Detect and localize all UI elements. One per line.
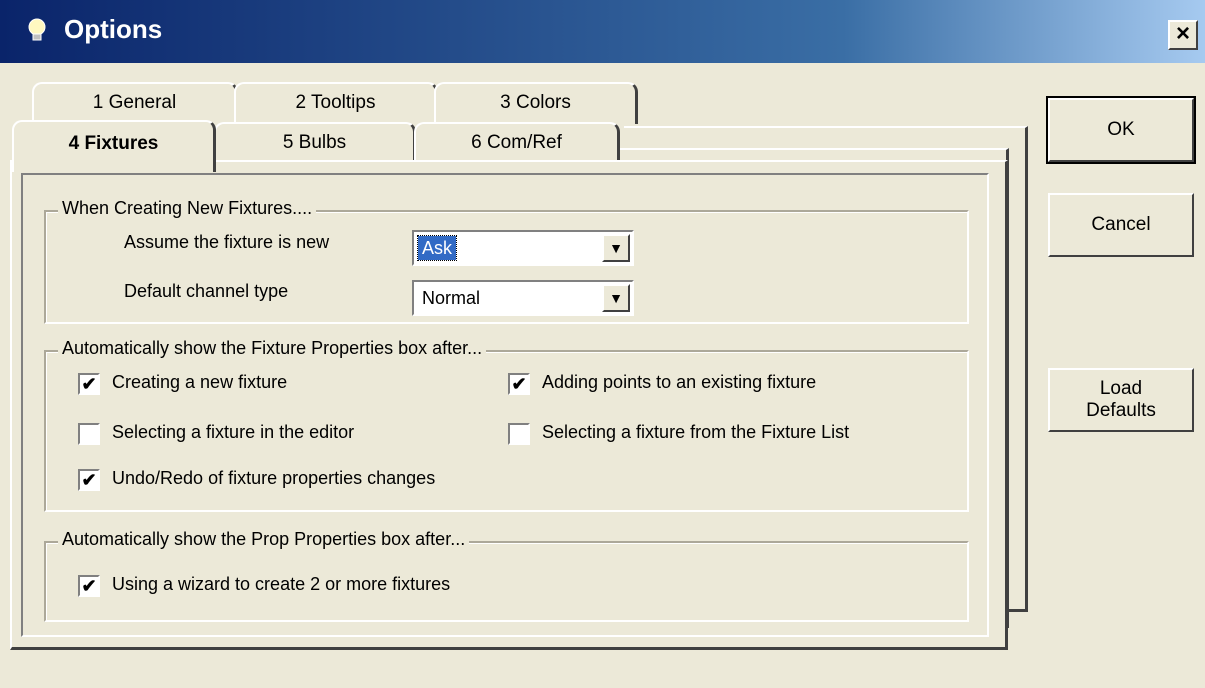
checkbox-selecting-from-list[interactable] bbox=[508, 423, 530, 445]
load-label: Load bbox=[1099, 378, 1143, 399]
assume-new-value: Ask bbox=[416, 235, 458, 261]
assume-new-label: Assume the fixture is new bbox=[124, 232, 330, 252]
channel-type-value: Normal bbox=[422, 288, 481, 308]
prop-props-legend: Automatically show the Prop Properties b… bbox=[58, 529, 470, 550]
window-title: Options bbox=[64, 14, 163, 44]
creating-new-fixture-label: Creating a new fixture bbox=[112, 372, 288, 392]
tab-bulbs[interactable]: 5 Bulbs bbox=[214, 122, 416, 164]
dropdown-arrow-icon[interactable]: ▼ bbox=[602, 234, 630, 262]
tab-tooltips[interactable]: 2 Tooltips bbox=[234, 82, 438, 124]
defaults-label: Defaults bbox=[1086, 400, 1156, 421]
tab-comref[interactable]: 6 Com/Ref bbox=[414, 122, 620, 164]
load-defaults-button[interactable]: Load Defaults bbox=[1048, 368, 1194, 432]
selecting-from-list-label: Selecting a fixture from the Fixture Lis… bbox=[542, 422, 850, 442]
checkbox-undo-redo[interactable]: ✔ bbox=[78, 469, 100, 491]
checkbox-using-wizard[interactable]: ✔ bbox=[78, 575, 100, 597]
channel-type-select[interactable]: Normal ▼ bbox=[412, 280, 634, 316]
channel-type-label: Default channel type bbox=[124, 281, 289, 301]
close-button[interactable]: × bbox=[1168, 20, 1198, 50]
checkbox-selecting-in-editor[interactable] bbox=[78, 423, 100, 445]
selecting-in-editor-label: Selecting a fixture in the editor bbox=[112, 422, 355, 442]
tab-fixtures[interactable]: 4 Fixtures bbox=[12, 120, 216, 172]
undo-redo-label: Undo/Redo of fixture properties changes bbox=[112, 468, 436, 488]
tab-colors[interactable]: 3 Colors bbox=[434, 82, 638, 124]
new-fixtures-legend: When Creating New Fixtures.... bbox=[58, 198, 317, 219]
lightbulb-icon bbox=[28, 18, 46, 41]
using-wizard-label: Using a wizard to create 2 or more fixtu… bbox=[112, 574, 451, 594]
dropdown-arrow-icon[interactable]: ▼ bbox=[602, 284, 630, 312]
checkbox-creating-new-fixture[interactable]: ✔ bbox=[78, 373, 100, 395]
ok-button[interactable]: OK bbox=[1046, 96, 1196, 164]
assume-new-select[interactable]: Ask ▼ bbox=[412, 230, 634, 266]
adding-points-label: Adding points to an existing fixture bbox=[542, 372, 817, 392]
checkbox-adding-points[interactable]: ✔ bbox=[508, 373, 530, 395]
tab-general[interactable]: 1 General bbox=[32, 82, 238, 124]
fixture-props-legend: Automatically show the Fixture Propertie… bbox=[58, 338, 487, 359]
title-bar: Options × bbox=[0, 0, 1205, 63]
cancel-button[interactable]: Cancel bbox=[1048, 193, 1194, 257]
